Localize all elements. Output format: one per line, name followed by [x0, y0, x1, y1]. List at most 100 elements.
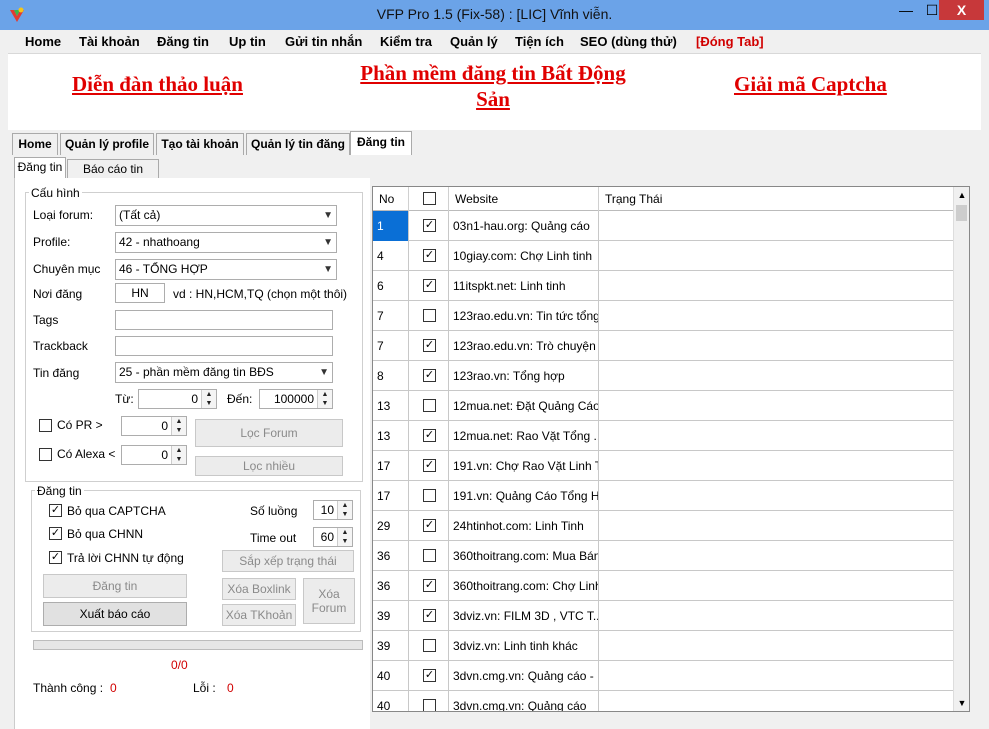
stepper-arrows-icon[interactable]: ▲ ▼ — [171, 417, 186, 435]
row-checkbox[interactable]: ✓ — [423, 249, 436, 262]
row-website[interactable]: 123rao.edu.vn: Trò chuyện ... — [449, 331, 599, 361]
table-row[interactable]: 8 ✓ 123rao.vn: Tổng hợp — [373, 361, 953, 391]
row-check-cell[interactable] — [409, 301, 449, 331]
row-status[interactable] — [599, 511, 953, 541]
tab-manage-posts[interactable]: Quản lý tin đăng — [246, 133, 350, 155]
col-website[interactable]: Website — [449, 187, 599, 211]
row-status[interactable] — [599, 631, 953, 661]
row-checkbox[interactable]: ✓ — [423, 219, 436, 232]
row-check-cell[interactable]: ✓ — [409, 451, 449, 481]
row-check-cell[interactable]: ✓ — [409, 601, 449, 631]
table-row[interactable]: 17 191.vn: Quảng Cáo Tổng H... — [373, 481, 953, 511]
skip-chnn-checkbox[interactable]: ✓ — [49, 527, 62, 540]
row-website[interactable]: 3dvn.cmg.vn: Quảng cáo - ... — [449, 661, 599, 691]
table-row[interactable]: 40 ✓ 3dvn.cmg.vn: Quảng cáo - ... — [373, 661, 953, 691]
menu-post[interactable]: Đăng tin — [157, 34, 209, 49]
row-check-cell[interactable]: ✓ — [409, 271, 449, 301]
table-row[interactable]: 13 ✓ 12mua.net: Rao Vặt Tổng ... — [373, 421, 953, 451]
stepper-arrows-icon[interactable]: ▲ ▼ — [201, 390, 216, 408]
row-check-cell[interactable]: ✓ — [409, 511, 449, 541]
row-status[interactable] — [599, 211, 953, 241]
row-website[interactable]: 3dvn.cmg.vn: Quảng cáo — [449, 691, 599, 711]
stepper-arrows-icon[interactable]: ▲ ▼ — [171, 446, 186, 464]
alexa-checkbox[interactable] — [39, 448, 52, 461]
table-row[interactable]: 36 360thoitrang.com: Mua Bán... — [373, 541, 953, 571]
row-checkbox[interactable]: ✓ — [423, 609, 436, 622]
row-checkbox[interactable]: ✓ — [423, 579, 436, 592]
row-status[interactable] — [599, 331, 953, 361]
row-checkbox[interactable]: ✓ — [423, 429, 436, 442]
subtab-post[interactable]: Đăng tin — [14, 157, 66, 179]
row-website[interactable]: 123rao.vn: Tổng hợp — [449, 361, 599, 391]
skip-captcha-checkbox[interactable]: ✓ — [49, 504, 62, 517]
menu-send-message[interactable]: Gửi tin nhắn — [285, 34, 362, 49]
row-no[interactable]: 17 — [373, 481, 409, 511]
timeout-stepper[interactable]: 60 ▲ ▼ — [313, 527, 353, 547]
stepper-arrows-icon[interactable]: ▲ ▼ — [337, 528, 352, 546]
row-website[interactable]: 123rao.edu.vn: Tin tức tổng... — [449, 301, 599, 331]
vertical-scrollbar[interactable]: ▲ ▼ — [953, 187, 969, 711]
row-checkbox[interactable] — [423, 699, 436, 711]
menu-utilities[interactable]: Tiện ích — [515, 34, 564, 49]
category-select[interactable]: 46 - TỔNG HỢP ▼ — [115, 259, 337, 280]
stepper-arrows-icon[interactable]: ▲ ▼ — [337, 501, 352, 519]
row-status[interactable] — [599, 661, 953, 691]
trackback-input[interactable] — [115, 336, 333, 356]
row-checkbox[interactable]: ✓ — [423, 279, 436, 292]
pr-checkbox[interactable] — [39, 419, 52, 432]
row-website[interactable]: 24htinhot.com: Linh Tinh — [449, 511, 599, 541]
row-status[interactable] — [599, 421, 953, 451]
row-no[interactable]: 40 — [373, 661, 409, 691]
menu-home[interactable]: Home — [25, 34, 61, 49]
row-no[interactable]: 1 — [373, 211, 409, 241]
menu-close-tab[interactable]: [Đóng Tab] — [696, 34, 764, 49]
row-no[interactable]: 29 — [373, 511, 409, 541]
row-no[interactable]: 39 — [373, 631, 409, 661]
row-website[interactable]: 12mua.net: Đặt Quảng Cáo ... — [449, 391, 599, 421]
menu-seo[interactable]: SEO (dùng thử) — [580, 34, 677, 49]
row-check-cell[interactable]: ✓ — [409, 421, 449, 451]
row-status[interactable] — [599, 601, 953, 631]
filter-forum-button[interactable]: Lọc Forum — [195, 419, 343, 447]
subtab-report[interactable]: Báo cáo tin đăng — [67, 159, 159, 194]
post-button[interactable]: Đăng tin — [43, 574, 187, 598]
row-no[interactable]: 39 — [373, 601, 409, 631]
row-checkbox[interactable]: ✓ — [423, 339, 436, 352]
row-website[interactable]: 360thoitrang.com: Mua Bán... — [449, 541, 599, 571]
location-input[interactable]: HN — [115, 283, 165, 303]
row-status[interactable] — [599, 241, 953, 271]
select-all-checkbox[interactable] — [423, 192, 436, 205]
menu-up-post[interactable]: Up tin — [229, 34, 266, 49]
row-status[interactable] — [599, 541, 953, 571]
row-no[interactable]: 36 — [373, 571, 409, 601]
row-check-cell[interactable] — [409, 631, 449, 661]
row-checkbox[interactable] — [423, 489, 436, 502]
row-checkbox[interactable]: ✓ — [423, 669, 436, 682]
col-check[interactable] — [409, 187, 449, 211]
row-status[interactable] — [599, 691, 953, 711]
pr-stepper[interactable]: 0 ▲ ▼ — [121, 416, 187, 436]
table-row[interactable]: 7 123rao.edu.vn: Tin tức tổng... — [373, 301, 953, 331]
row-check-cell[interactable]: ✓ — [409, 211, 449, 241]
sort-status-button[interactable]: Sắp xếp trạng thái — [222, 550, 354, 572]
row-checkbox[interactable]: ✓ — [423, 369, 436, 382]
row-check-cell[interactable] — [409, 481, 449, 511]
row-checkbox[interactable] — [423, 399, 436, 412]
tags-input[interactable] — [115, 310, 333, 330]
row-website[interactable]: 360thoitrang.com: Chợ Linh ... — [449, 571, 599, 601]
close-button[interactable]: X — [939, 0, 984, 20]
forum-type-select[interactable]: (Tất cả) ▼ — [115, 205, 337, 226]
row-no[interactable]: 8 — [373, 361, 409, 391]
row-check-cell[interactable]: ✓ — [409, 331, 449, 361]
row-website[interactable]: 11itspkt.net: Linh tinh — [449, 271, 599, 301]
row-no[interactable]: 13 — [373, 421, 409, 451]
row-website[interactable]: 191.vn: Quảng Cáo Tổng H... — [449, 481, 599, 511]
col-status[interactable]: Trạng Thái — [599, 187, 953, 211]
tab-create-account[interactable]: Tạo tài khoản — [156, 133, 244, 155]
from-stepper[interactable]: 0 ▲ ▼ — [138, 389, 217, 409]
row-no[interactable]: 40 — [373, 691, 409, 711]
scroll-down-icon[interactable]: ▼ — [954, 695, 969, 711]
scroll-thumb[interactable] — [956, 205, 967, 221]
software-link[interactable]: Phần mềm đăng tin Bất Động Sản — [338, 60, 648, 112]
row-no[interactable]: 7 — [373, 301, 409, 331]
